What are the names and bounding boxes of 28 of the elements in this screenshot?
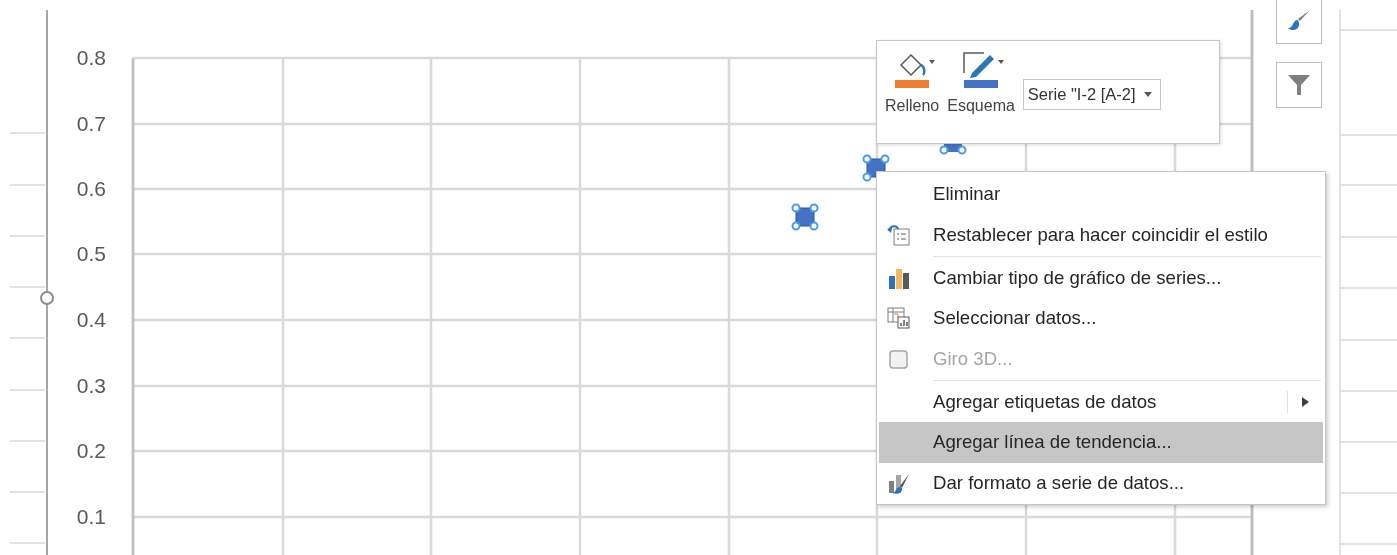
menu-item[interactable]: Seleccionar datos... [879,298,1323,339]
outline-button[interactable]: Esquema [947,49,1015,115]
axis-label: 0.2 [76,439,106,462]
menu-item[interactable]: Agregar línea de tendencia... [879,422,1323,463]
axis-label: 0.3 [76,374,106,397]
axis-label: 0.1 [76,505,106,528]
chart-filters-button[interactable] [1276,62,1322,108]
menu-item[interactable]: Restablecer para hacer coincidir el estilo [879,214,1323,255]
menu-item[interactable]: Cambiar tipo de gráfico de series... [879,257,1323,298]
axis-label: 0.8 [76,46,106,69]
menu-item[interactable]: Dar formato a serie de datos... [879,462,1323,503]
selected-data-point[interactable] [939,144,967,155]
series-dropdown[interactable]: Serie "I-2 [A-2] [1022,79,1161,110]
chart-styles-button[interactable] [1276,0,1322,44]
submenu-arrow-icon [1302,396,1309,407]
resize-handle[interactable] [40,291,54,305]
axis-label: 0.6 [76,177,106,200]
menu-item[interactable]: Agregar etiquetas de datos [879,381,1323,422]
table-chart-icon [887,306,911,331]
filter-icon [1286,72,1312,98]
menu-item[interactable]: Eliminar [879,174,1323,215]
axis-label: 0.7 [76,112,106,135]
selected-data-point[interactable] [791,203,819,231]
caret-icon [1143,92,1152,97]
axis-label: 0.5 [76,242,106,265]
axis-label: 0.4 [76,308,106,331]
reset-style-icon [887,222,911,247]
fill-button[interactable]: Relleno [885,49,940,115]
